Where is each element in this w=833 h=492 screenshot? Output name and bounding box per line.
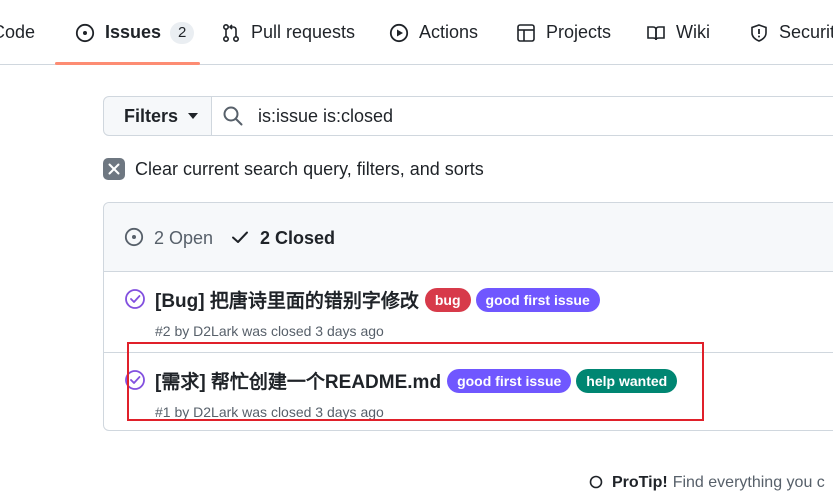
closed-count-label: 2 Closed [260, 227, 336, 248]
search-input[interactable] [256, 104, 760, 128]
issues-count-badge: 2 [170, 21, 195, 44]
tab-wiki-label: Wiki [676, 22, 710, 42]
issue-opened-icon [74, 22, 96, 44]
repo-nav: Code Issues 2 Pull requests Actions Proj… [0, 0, 833, 65]
issue-meta: #1 by D2Lark was closed 3 days ago [155, 404, 384, 420]
clear-filters-link[interactable]: Clear current search query, filters, and… [103, 157, 484, 181]
shield-icon [748, 22, 770, 44]
issue-title-link[interactable]: [需求] 帮忙创建一个README.md [155, 367, 441, 394]
tab-code[interactable]: Code [0, 0, 35, 65]
tab-projects-label: Projects [546, 22, 612, 42]
tab-actions[interactable]: Actions [388, 0, 478, 65]
tab-projects[interactable]: Projects [515, 0, 611, 65]
filters-label: Filters [124, 105, 179, 126]
git-pull-request-icon [220, 22, 242, 44]
issue-title-row: [Bug] 把唐诗里面的错别字修改 bug good first issue [155, 286, 600, 313]
tab-security[interactable]: Security [748, 0, 833, 65]
filters-dropdown-button[interactable]: Filters [104, 97, 212, 135]
open-issues-filter[interactable]: 2 Open [124, 227, 213, 249]
tab-code-label: Code [0, 22, 36, 42]
tab-actions-label: Actions [419, 22, 479, 42]
issues-list: 2 Open 2 Closed [Bug] 把唐诗里面的错别字修改 bug go… [103, 202, 833, 431]
label-help-wanted[interactable]: help wanted [576, 368, 678, 393]
issue-row[interactable]: [需求] 帮忙创建一个README.md good first issue he… [104, 353, 833, 433]
label-good-first-issue[interactable]: good first issue [447, 368, 572, 393]
check-icon [230, 227, 252, 249]
search-box[interactable] [212, 97, 833, 135]
closed-issues-filter[interactable]: 2 Closed [230, 227, 335, 249]
issue-meta: #2 by D2Lark was closed 3 days ago [155, 323, 384, 339]
light-bulb-icon [588, 475, 604, 491]
tab-wiki[interactable]: Wiki [645, 0, 710, 65]
tab-issues[interactable]: Issues 2 [74, 0, 195, 65]
issue-row[interactable]: [Bug] 把唐诗里面的错别字修改 bug good first issue #… [104, 272, 833, 353]
active-tab-indicator [55, 62, 200, 65]
issues-list-header: 2 Open 2 Closed [104, 203, 833, 272]
label-bug[interactable]: bug [424, 287, 471, 312]
search-icon [222, 105, 244, 127]
table-icon [515, 22, 537, 44]
tab-pull-requests-label: Pull requests [251, 22, 356, 42]
protip-text: Find everything you c [672, 474, 825, 491]
tab-security-label: Security [779, 22, 833, 42]
issue-title-link[interactable]: [Bug] 把唐诗里面的错别字修改 [155, 286, 419, 313]
issue-closed-icon [124, 369, 146, 391]
filter-bar: Filters [103, 96, 833, 136]
issue-opened-icon [124, 227, 146, 249]
book-icon [645, 22, 667, 44]
tab-issues-label: Issues [105, 22, 162, 42]
tab-pull-requests[interactable]: Pull requests [220, 0, 355, 65]
clear-filters-label: Clear current search query, filters, and… [135, 158, 484, 179]
open-count-label: 2 Open [154, 227, 214, 248]
protip-label: ProTip! [612, 474, 668, 491]
caret-down-icon [188, 113, 199, 119]
protip: ProTip! Find everything you c [588, 474, 825, 492]
label-good-first-issue[interactable]: good first issue [475, 287, 600, 312]
issue-title-row: [需求] 帮忙创建一个README.md good first issue he… [155, 367, 678, 394]
issue-closed-icon [124, 288, 146, 310]
play-icon [388, 22, 410, 44]
close-icon [103, 158, 125, 180]
